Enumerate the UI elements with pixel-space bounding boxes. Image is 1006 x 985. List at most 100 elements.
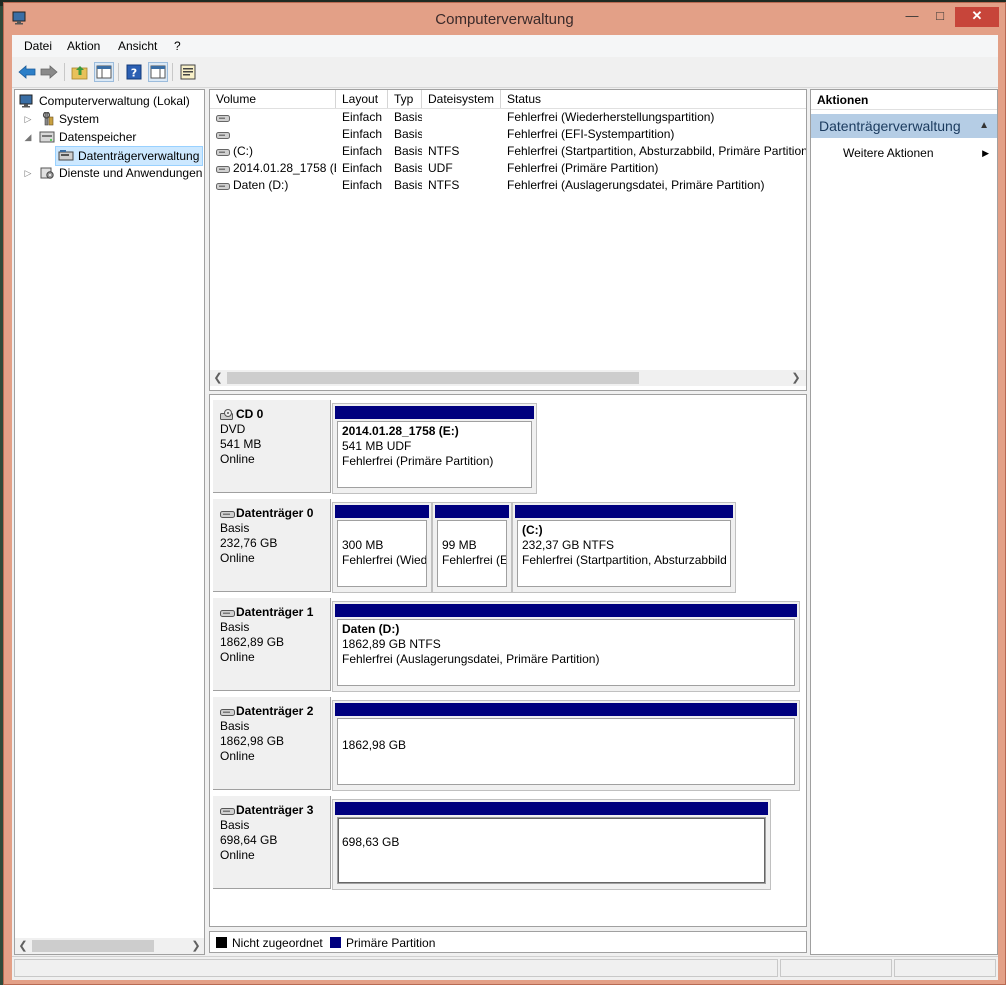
- storage-icon: [39, 131, 55, 143]
- scrollbar-thumb[interactable]: [227, 372, 639, 384]
- cell-text: Fehlerfrei (Auslagerungsdatei, Primäre P…: [507, 178, 765, 192]
- cell-text: Einfach: [342, 144, 383, 158]
- up-level-button[interactable]: [70, 62, 90, 82]
- disk-type: DVD: [220, 422, 246, 436]
- hard-disk-icon: [220, 708, 235, 716]
- table-row[interactable]: 2014.01.28_1758 (E:) Einfach Basis UDF Fehle…: [210, 160, 806, 177]
- column-header-typ[interactable]: Typ: [388, 90, 422, 108]
- menu-ansicht[interactable]: Ansicht: [118, 39, 157, 53]
- close-button[interactable]: ✕: [955, 7, 999, 27]
- help-button[interactable]: ?: [124, 62, 144, 82]
- tree-horizontal-scrollbar[interactable]: ❮ ❯: [15, 938, 204, 954]
- partition[interactable]: Daten (D:) 1862,89 GB NTFS Fehlerfrei (Aus…: [332, 601, 800, 692]
- partition-status: Fehlerfrei (Auslagerungsdatei, Primäre P…: [342, 652, 600, 666]
- table-row[interactable]: Einfach Basis Fehlerfrei (EFI-Systempartit…: [210, 126, 806, 143]
- partition-details: Daten (D:) 1862,89 GB NTFS Fehlerfrei (Aus…: [337, 619, 795, 686]
- tree-item-label: Computerverwaltung (Lokal): [39, 94, 190, 108]
- properties-button[interactable]: [178, 62, 198, 82]
- tools-icon: [42, 112, 54, 126]
- maximize-button[interactable]: □: [927, 7, 953, 27]
- cell-text: Fehlerfrei (Startpartition, Absturzabbil…: [507, 144, 806, 158]
- expand-icon[interactable]: ▷: [23, 110, 33, 128]
- column-header-volume[interactable]: Volume: [210, 90, 336, 108]
- title-bar[interactable]: Computerverwaltung — □ ✕: [4, 3, 1005, 35]
- cell-volume: [210, 126, 336, 143]
- cell-typ: Basis: [388, 143, 422, 160]
- back-button[interactable]: [17, 62, 37, 82]
- partition-color-bar: [435, 505, 509, 518]
- toolbar-separator: [172, 63, 173, 81]
- partition-details: (C:) 232,37 GB NTFS Fehlerfrei (Startparti…: [517, 520, 731, 587]
- menu-aktion[interactable]: Aktion: [67, 39, 100, 53]
- column-header-status[interactable]: Status: [501, 90, 806, 108]
- partition-status: Fehlerfrei (EF: [442, 553, 506, 567]
- disk-size: 698,64 GB: [220, 833, 278, 847]
- partition[interactable]: 1862,98 GB: [332, 700, 800, 791]
- partition-size: 1862,89 GB NTFS: [342, 637, 441, 651]
- column-header-dateisystem[interactable]: Dateisystem: [422, 90, 501, 108]
- cell-text: Einfach: [342, 110, 383, 124]
- list-horizontal-scrollbar[interactable]: ❮ ❯: [210, 370, 806, 386]
- submenu-arrow-icon[interactable]: ▶: [982, 148, 989, 159]
- partition[interactable]: 698,63 GB: [332, 799, 771, 890]
- tree-item-label: Dienste und Anwendungen: [59, 166, 203, 180]
- console-tree-icon: [96, 65, 112, 79]
- tree-item-dienste[interactable]: ▷ Dienste und Anwendungen: [19, 164, 203, 182]
- table-row[interactable]: Daten (D:) Einfach Basis NTFS Fehlerfrei (Au…: [210, 177, 806, 194]
- disk-type: Basis: [220, 818, 250, 832]
- scroll-left-icon[interactable]: ❮: [15, 938, 31, 954]
- action-weitere-aktionen[interactable]: Weitere Aktionen: [843, 146, 934, 160]
- partition-details: 99 MBFehlerfrei (EF: [437, 520, 507, 587]
- partition-details: 2014.01.28_1758 (E:) 541 MB UDF Fehlerfrei…: [337, 421, 532, 488]
- disk-info[interactable]: Datenträger 0 Basis 232,76 GB Online: [213, 499, 331, 592]
- show-action-pane-button[interactable]: [148, 62, 168, 82]
- menu-help[interactable]: ?: [174, 39, 181, 53]
- collapse-icon[interactable]: ◢: [23, 128, 33, 146]
- tree-item-datenspeicher[interactable]: ◢ Datenspeicher: [19, 128, 203, 146]
- column-header-layout[interactable]: Layout: [336, 90, 388, 108]
- disk-info[interactable]: CD 0 DVD 541 MB Online: [213, 400, 331, 493]
- actions-header: Aktionen: [811, 90, 997, 110]
- tree-item-system[interactable]: ▷ System: [19, 110, 203, 128]
- tree-item-computer-management[interactable]: Computerverwaltung (Lokal): [19, 92, 203, 110]
- disk-row: CD 0 DVD 541 MB Online 2014.01.28_1758 (E:) 5…: [210, 397, 806, 496]
- status-segment: [780, 959, 892, 977]
- table-row[interactable]: Einfach Basis Fehlerfrei (Wiederherstellun…: [210, 109, 806, 126]
- disk-row: Datenträger 0 Basis 232,76 GB Online 300 MB F…: [210, 496, 806, 595]
- toolbar-separator: [118, 63, 119, 81]
- cell-text: Einfach: [342, 178, 383, 192]
- minimize-button[interactable]: —: [899, 7, 925, 27]
- partition[interactable]: (C:) 232,37 GB NTFS Fehlerfrei (Startparti…: [512, 502, 736, 593]
- partition-name: [442, 523, 502, 538]
- cell-typ: Basis: [388, 160, 422, 177]
- collapse-up-icon[interactable]: ▲: [979, 114, 989, 138]
- scroll-right-icon[interactable]: ❯: [788, 370, 804, 386]
- menu-datei[interactable]: Datei: [24, 39, 52, 53]
- disk-info[interactable]: Datenträger 3 Basis 698,64 GB Online: [213, 796, 331, 889]
- actions-section-datentraegerverwaltung[interactable]: Datenträgerverwaltung ▲: [811, 114, 997, 138]
- scroll-left-icon[interactable]: ❮: [210, 370, 226, 386]
- cell-fs: UDF: [422, 160, 501, 177]
- partition[interactable]: 2014.01.28_1758 (E:) 541 MB UDF Fehlerfrei…: [332, 403, 537, 494]
- disk-info[interactable]: Datenträger 2 Basis 1862,98 GB Online: [213, 697, 331, 790]
- scroll-right-icon[interactable]: ❯: [188, 938, 204, 954]
- status-segment: [14, 959, 778, 977]
- expand-icon[interactable]: ▷: [23, 164, 33, 182]
- cell-text: NTFS: [428, 178, 460, 192]
- tree-item-datentraegerverwaltung[interactable]: Datenträgerverwaltung: [55, 146, 203, 166]
- help-icon: ?: [126, 64, 142, 80]
- cell-status: Fehlerfrei (Wiederherstellungspartition): [501, 109, 806, 126]
- partition[interactable]: 99 MBFehlerfrei (EF: [432, 502, 512, 593]
- disk-row: Datenträger 3 Basis 698,64 GB Online 698,63 …: [210, 793, 806, 892]
- partition-details: 1862,98 GB: [337, 718, 795, 785]
- forward-button[interactable]: [39, 62, 59, 82]
- scrollbar-thumb[interactable]: [32, 940, 154, 952]
- cell-text: Fehlerfrei (Wiederherstellungspartition): [507, 110, 715, 124]
- show-hide-tree-button[interactable]: [94, 62, 114, 82]
- disk-info[interactable]: Datenträger 1 Basis 1862,89 GB Online: [213, 598, 331, 691]
- partition[interactable]: 300 MB Fehlerfrei (Wied: [332, 502, 432, 593]
- table-row[interactable]: (C:) Einfach Basis NTFS Fehlerfrei (Startpar…: [210, 143, 806, 160]
- client-area: Datei Aktion Ansicht ? ? Computerverwalt…: [12, 35, 998, 980]
- cell-layout: Einfach: [336, 143, 388, 160]
- disk-state: Online: [220, 452, 255, 466]
